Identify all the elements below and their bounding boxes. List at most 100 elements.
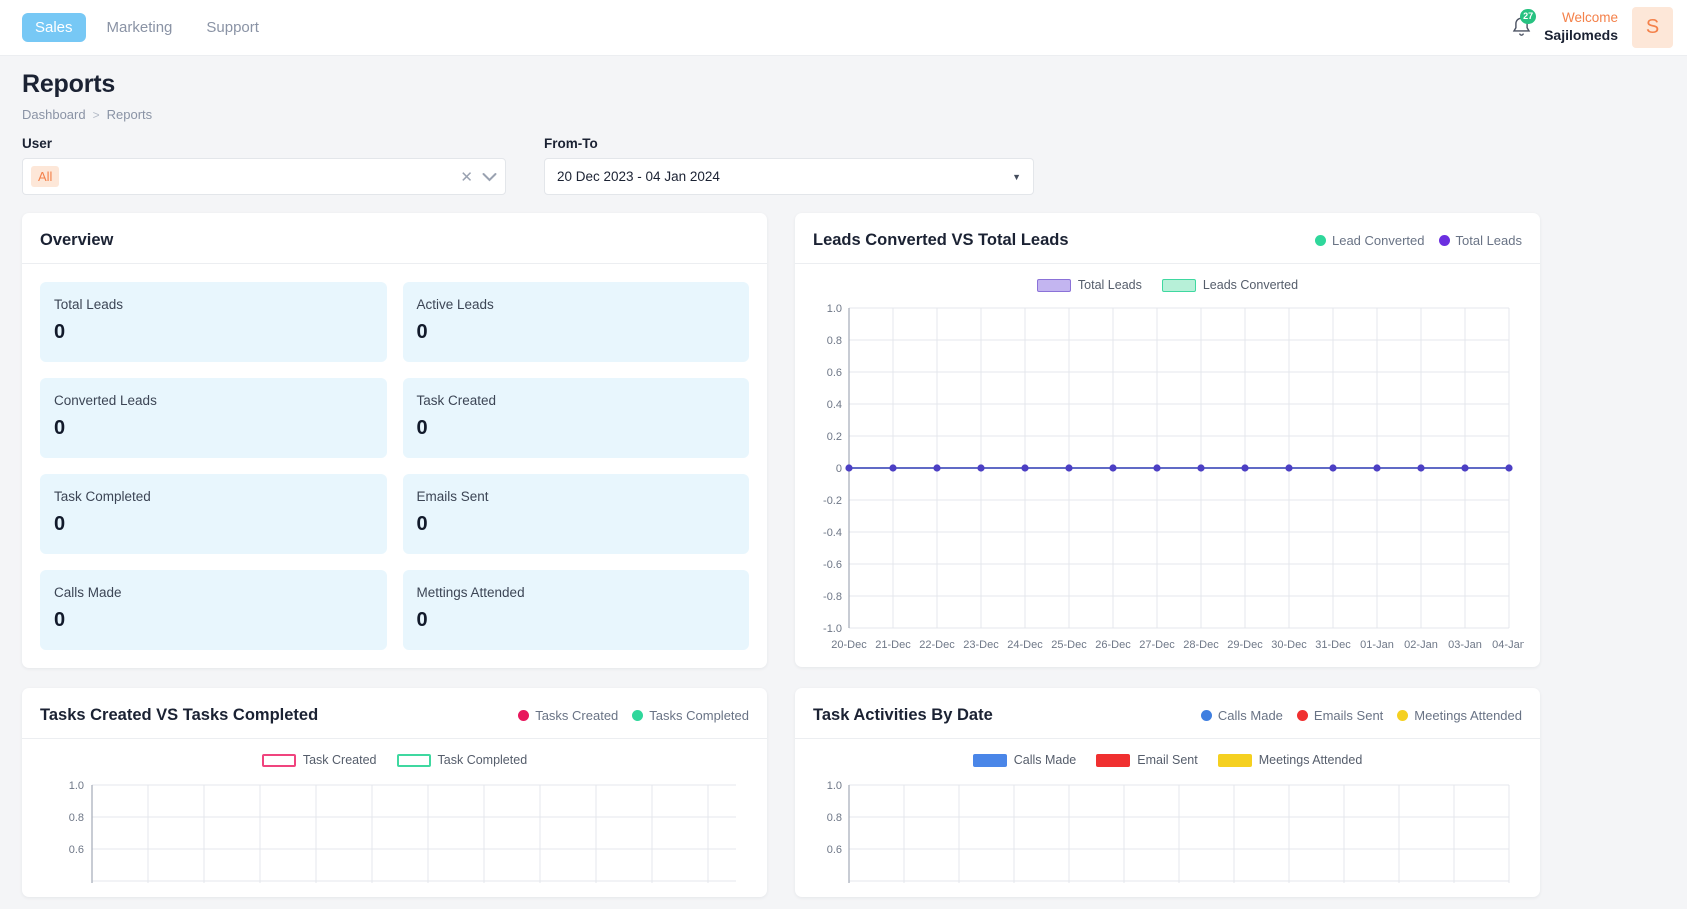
grid-lines — [91, 784, 736, 883]
svg-text:20-Dec: 20-Dec — [831, 639, 867, 651]
inner-legend-meetings-attended[interactable]: Meetings Attended — [1217, 753, 1363, 767]
stat-tile[interactable]: Emails Sent 0 — [402, 474, 749, 554]
legend-calls-made[interactable]: Calls Made — [1200, 708, 1283, 723]
legend-swatch-icon — [1036, 278, 1071, 292]
nav-tab-support-label: Support — [206, 19, 259, 36]
stat-tile[interactable]: Mettings Attended 0 — [402, 570, 749, 650]
leads-chart-title: Leads Converted VS Total Leads — [813, 231, 1069, 249]
legend-meetings-attended[interactable]: Meetings Attended — [1397, 708, 1522, 723]
tasks-line-chart: 1.0 0.8 0.6 — [69, 780, 736, 883]
legend-label: Tasks Created — [535, 708, 619, 723]
svg-text:01-Jan: 01-Jan — [1360, 639, 1394, 651]
inner-legend-label: Task Completed — [437, 753, 528, 767]
top-bar-right-cluster: 27 Welcome Sajilomeds S — [1504, 0, 1687, 55]
svg-text:1.0: 1.0 — [827, 303, 842, 315]
date-range-select[interactable]: 20 Dec 2023 - 04 Jan 2024 ▼ — [544, 158, 1034, 195]
tasks-chart-header: Tasks Created VS Tasks Completed Tasks C… — [22, 688, 767, 739]
nav-tab-sales[interactable]: Sales — [22, 13, 86, 42]
svg-text:22-Dec: 22-Dec — [919, 639, 955, 651]
clear-selection-icon[interactable]: ✕ — [460, 168, 473, 186]
svg-text:23-Dec: 23-Dec — [963, 639, 999, 651]
svg-text:0.6: 0.6 — [827, 844, 842, 856]
filter-bar: User All ✕ From-To 20 Dec 2023 - 04 Jan … — [0, 122, 1687, 195]
notification-count-badge: 27 — [1520, 8, 1537, 24]
leads-chart-body: Total Leads Leads Converted 1.0 0.8 0.6 … — [795, 264, 1540, 667]
inner-legend-label: Calls Made — [1013, 753, 1077, 767]
legend-swatch-icon — [1217, 753, 1252, 767]
legend-emails-sent[interactable]: Emails Sent — [1296, 708, 1383, 723]
inner-legend-label: Task Created — [302, 753, 377, 767]
stat-value: 0 — [416, 321, 428, 343]
inner-legend-task-completed[interactable]: Task Completed — [396, 753, 528, 767]
legend-dot-icon — [1296, 710, 1308, 721]
stat-label: Emails Sent — [416, 489, 489, 504]
user-welcome-block[interactable]: Welcome Sajilomeds — [1544, 10, 1632, 44]
activities-chart-card: Task Activities By Date Calls Made Email… — [795, 688, 1540, 897]
inner-legend-label: Email Sent — [1137, 753, 1198, 767]
inner-legend-calls-made[interactable]: Calls Made — [972, 753, 1077, 767]
stat-tile[interactable]: Task Created 0 — [402, 378, 749, 458]
stat-tile[interactable]: Total Leads 0 — [40, 282, 387, 362]
stat-value: 0 — [416, 513, 428, 535]
tasks-inner-legend: Task Created Task Completed — [36, 753, 753, 767]
stat-value: 0 — [54, 609, 66, 631]
stat-value: 0 — [54, 321, 66, 343]
inner-legend-label: Leads Converted — [1202, 278, 1299, 292]
svg-text:04-Jan: 04-Jan — [1492, 639, 1524, 651]
bottom-charts-row: Tasks Created VS Tasks Completed Tasks C… — [0, 668, 1687, 897]
overview-title: Overview — [40, 231, 114, 249]
nav-tab-marketing[interactable]: Marketing — [94, 13, 186, 42]
inner-legend-email-sent[interactable]: Email Sent — [1096, 753, 1198, 767]
legend-label: Lead Converted — [1331, 233, 1425, 248]
overview-tiles: Total Leads 0 Active Leads 0 Converted L… — [22, 264, 767, 668]
chevron-down-icon[interactable] — [482, 172, 497, 182]
svg-text:-1.0: -1.0 — [823, 623, 842, 635]
svg-text:02-Jan: 02-Jan — [1404, 639, 1438, 651]
stat-label: Total Leads — [54, 297, 124, 312]
stat-label: Task Created — [416, 393, 497, 408]
leads-header-legend: Lead Converted Total Leads — [1314, 233, 1522, 248]
breadcrumb-dashboard[interactable]: Dashboard — [22, 107, 86, 122]
svg-text:0.8: 0.8 — [827, 335, 842, 347]
overview-card-header: Overview — [22, 213, 767, 264]
legend-dot-icon — [1200, 710, 1212, 721]
tasks-plot-area[interactable]: 1.0 0.8 0.6 — [36, 773, 753, 883]
stat-tile[interactable]: Active Leads 0 — [402, 282, 749, 362]
legend-tasks-created[interactable]: Tasks Created — [518, 708, 618, 723]
inner-legend-total-leads[interactable]: Total Leads — [1036, 278, 1142, 292]
inner-legend-leads-converted[interactable]: Leads Converted — [1161, 278, 1299, 292]
svg-text:0.4: 0.4 — [827, 399, 842, 411]
avatar[interactable]: S — [1632, 7, 1673, 48]
tasks-chart-body: Task Created Task Completed 1.0 0.8 0.6 — [22, 739, 767, 897]
stat-tile[interactable]: Calls Made 0 — [40, 570, 387, 650]
legend-lead-converted[interactable]: Lead Converted — [1314, 233, 1425, 248]
legend-tasks-completed[interactable]: Tasks Completed — [632, 708, 749, 723]
stat-value: 0 — [416, 609, 428, 631]
notifications-button[interactable]: 27 — [1504, 8, 1538, 45]
svg-text:1.0: 1.0 — [69, 780, 84, 792]
svg-text:29-Dec: 29-Dec — [1227, 639, 1263, 651]
legend-total-leads[interactable]: Total Leads — [1438, 233, 1522, 248]
overview-card: Overview Total Leads 0 Active Leads 0 Co… — [22, 213, 767, 668]
stat-value: 0 — [54, 417, 66, 439]
welcome-label: Welcome — [1561, 10, 1618, 26]
nav-tab-support[interactable]: Support — [193, 13, 272, 42]
svg-text:0.8: 0.8 — [69, 812, 84, 824]
inner-legend-task-created[interactable]: Task Created — [261, 753, 377, 767]
svg-text:31-Dec: 31-Dec — [1315, 639, 1351, 651]
inner-legend-label: Meetings Attended — [1258, 753, 1363, 767]
caret-down-icon[interactable]: ▼ — [1012, 172, 1021, 182]
stat-tile[interactable]: Task Completed 0 — [40, 474, 387, 554]
y-axis-tick-labels: 1.0 0.8 0.6 0.4 0.2 0 -0.2 -0.4 -0.6 -0.… — [823, 303, 842, 635]
user-selected-chip[interactable]: All — [31, 166, 60, 187]
activities-chart-title: Task Activities By Date — [813, 706, 993, 724]
stat-tile[interactable]: Converted Leads 0 — [40, 378, 387, 458]
legend-swatch-icon — [1096, 753, 1131, 767]
user-select[interactable]: All ✕ — [22, 158, 506, 195]
activities-plot-area[interactable]: 1.0 0.8 0.6 — [809, 773, 1526, 883]
leads-plot-area[interactable]: 1.0 0.8 0.6 0.4 0.2 0 -0.2 -0.4 -0.6 -0.… — [809, 298, 1526, 653]
avatar-initial: S — [1645, 16, 1660, 38]
grid-lines — [848, 784, 1510, 883]
tasks-chart-column: Tasks Created VS Tasks Completed Tasks C… — [22, 688, 767, 897]
svg-text:-0.2: -0.2 — [823, 495, 842, 507]
